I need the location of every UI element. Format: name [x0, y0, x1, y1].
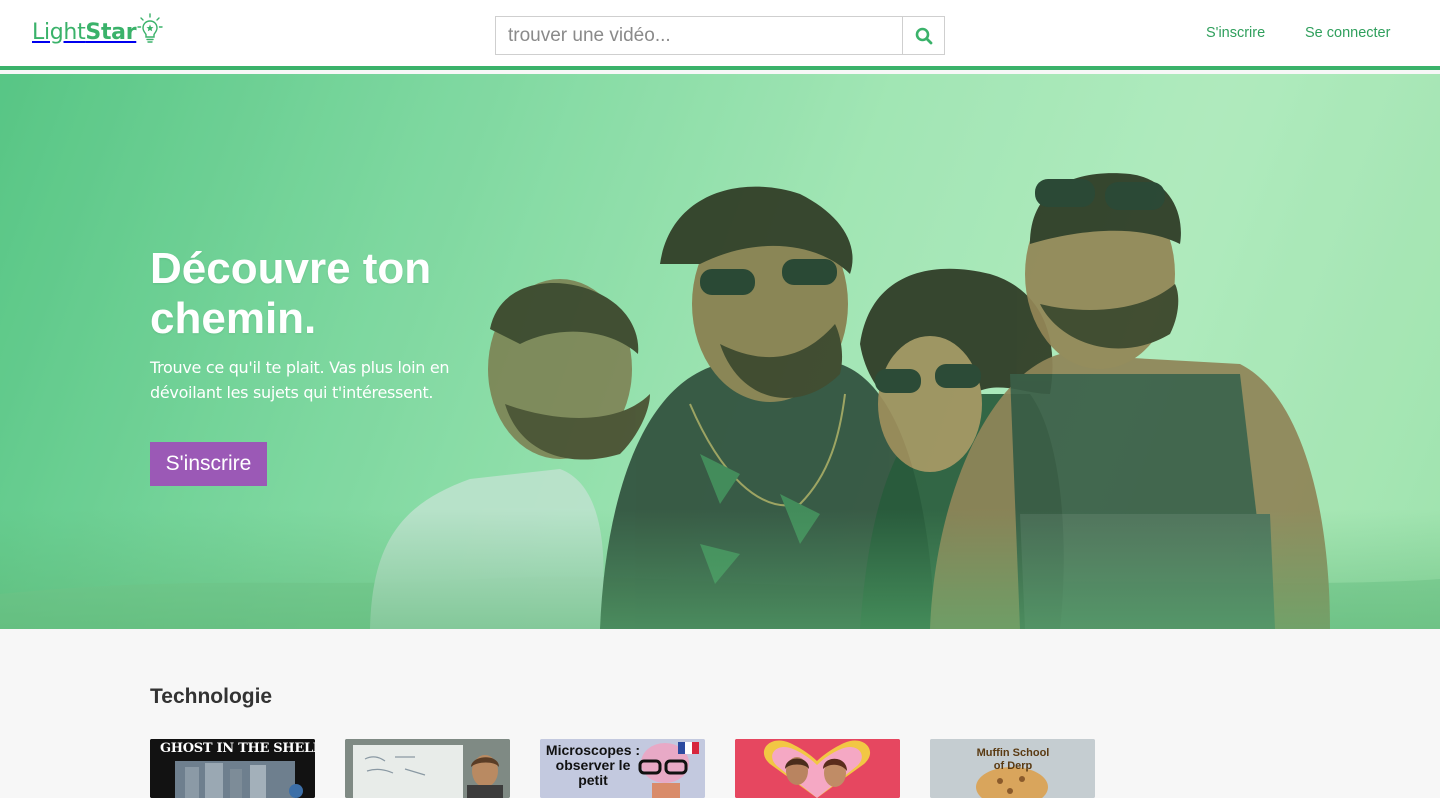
hero-subtitle: Trouve ce qu'il te plait. Vas plus loin …: [150, 358, 450, 402]
thumbnail-caption: Microscopes : observer le petit: [545, 742, 641, 788]
video-thumbnail[interactable]: [735, 739, 900, 798]
thumbnail-image: [345, 739, 510, 798]
logo[interactable]: LightStar: [32, 12, 163, 52]
logo-text: LightStar: [32, 19, 137, 45]
hero-haze: [0, 509, 1440, 629]
hero-signup-button[interactable]: S'inscrire: [150, 442, 267, 486]
search-input[interactable]: [495, 16, 902, 55]
site-header: LightStar S'inscrire Se connecter: [0, 0, 1440, 70]
thumbnail-caption: GHOST IN THE SHELL: [160, 741, 315, 756]
hero-banner: Découvre ton chemin. Trouve ce qu'il te …: [0, 74, 1440, 629]
lightbulb-icon: [137, 13, 163, 43]
search-icon: [915, 27, 932, 44]
search-button[interactable]: [902, 16, 945, 55]
video-thumbnail[interactable]: Muffin School of Derp: [930, 739, 1095, 798]
video-thumbnail[interactable]: [345, 739, 510, 798]
nav-login-link[interactable]: Se connecter: [1305, 25, 1390, 41]
section-title: Technologie: [150, 685, 273, 708]
video-thumbnail[interactable]: GHOST IN THE SHELL: [150, 739, 315, 798]
hero-title: Découvre ton chemin.: [150, 244, 432, 343]
thumbnail-image: [735, 739, 900, 798]
video-thumbnail[interactable]: Microscopes : observer le petit: [540, 739, 705, 798]
search-bar: [495, 16, 945, 55]
nav-signup-link[interactable]: S'inscrire: [1206, 25, 1265, 41]
thumbnail-caption: Muffin School of Derp: [976, 747, 1050, 772]
